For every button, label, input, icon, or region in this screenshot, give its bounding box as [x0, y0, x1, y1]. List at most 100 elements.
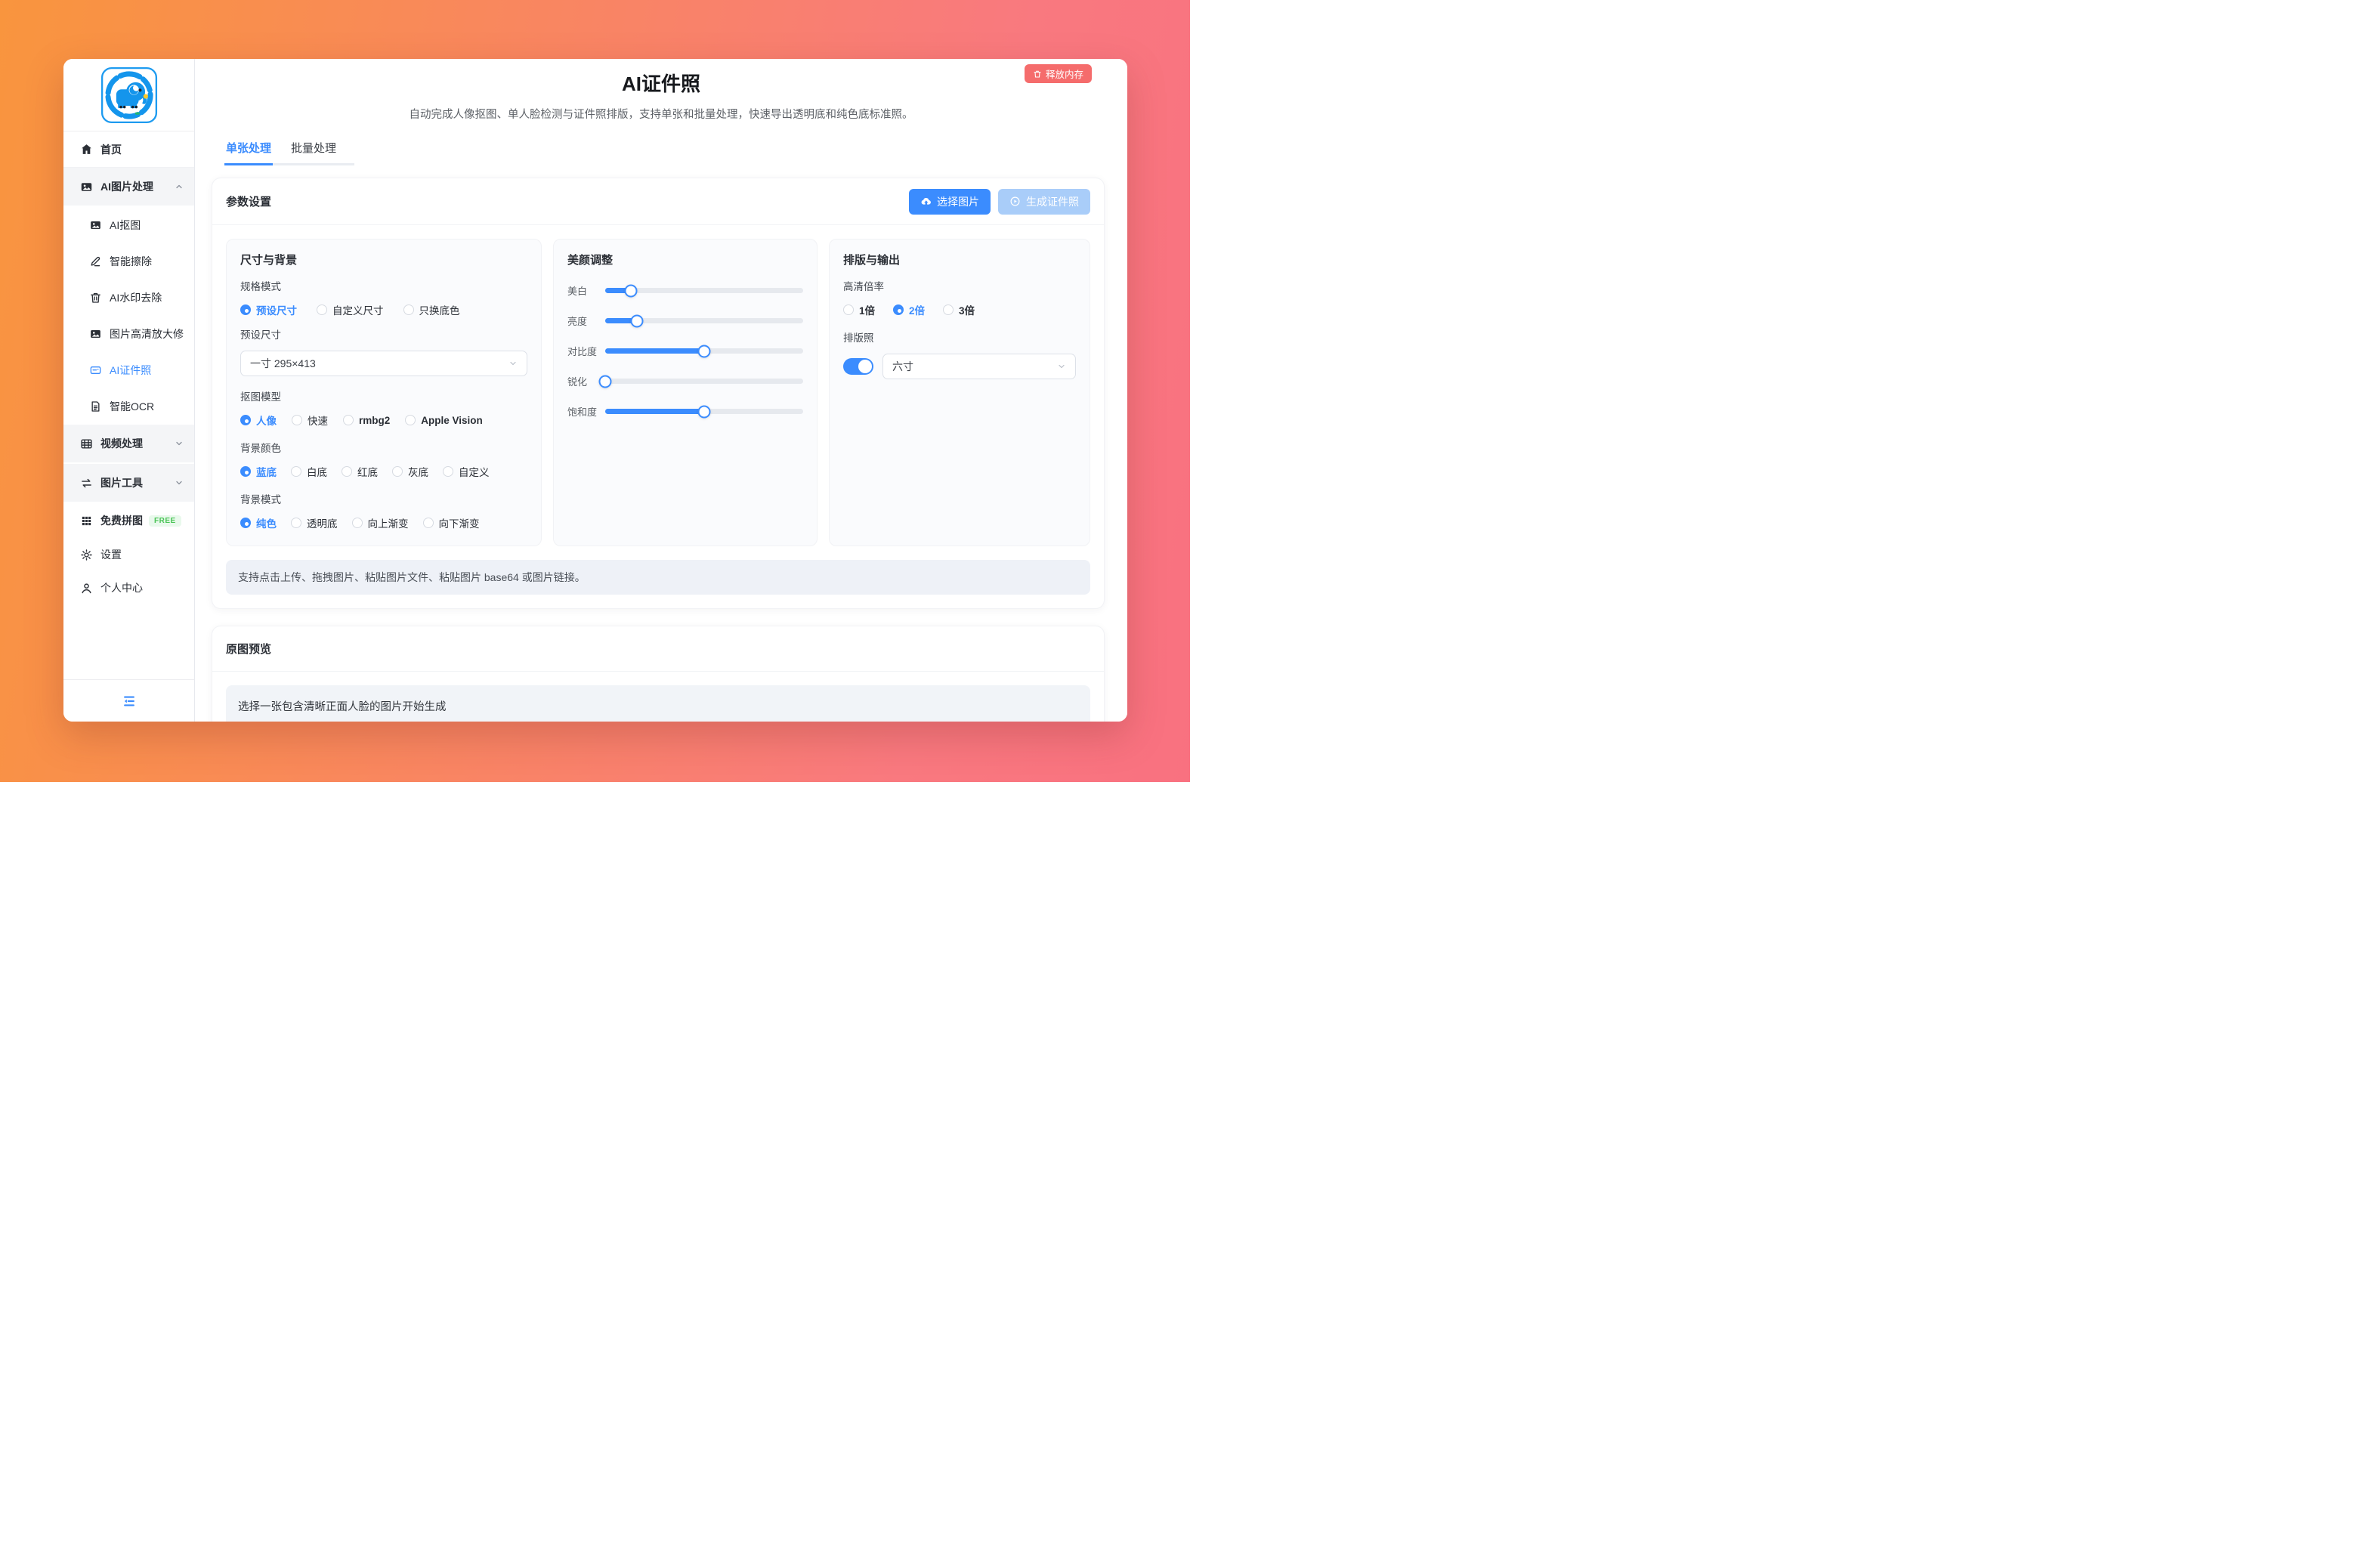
release-memory-button[interactable]: 释放内存 [1025, 64, 1092, 83]
radio-scale-1x[interactable]: 1倍 [843, 302, 875, 317]
radio-label: Apple Vision [421, 415, 483, 426]
sidebar-item-watermark-remove[interactable]: AI水印去除 [63, 280, 194, 316]
radio-label: 快速 [308, 413, 328, 428]
slider-handle[interactable] [698, 405, 711, 418]
layout-output-card: 排版与输出 高清倍率 1倍 2倍 3倍 排版照 六 [829, 239, 1090, 546]
radio-icon [405, 415, 416, 425]
preset-size-label: 预设尺寸 [240, 326, 527, 342]
radio-bg-red[interactable]: 红底 [342, 464, 378, 479]
radio-icon [343, 415, 354, 425]
sidebar-item-id-photo[interactable]: AI证件照 [63, 352, 194, 388]
sidebar-item-profile[interactable]: 个人中心 [63, 571, 194, 604]
sidebar: 首页 AI图片处理 AI抠图 [63, 59, 195, 722]
radio-model-rmbg2[interactable]: rmbg2 [343, 415, 390, 426]
bg-color-label: 背景颜色 [240, 440, 527, 455]
bg-mode-radio-group: 纯色 透明底 向上渐变 向下渐变 [240, 515, 527, 530]
preview-panel-header: 原图预览 [212, 626, 1104, 672]
radio-label: 人像 [256, 413, 277, 428]
slider-label: 饱和度 [567, 404, 605, 419]
radio-label: 3倍 [959, 302, 975, 317]
hd-scale-label: 高清倍率 [843, 278, 1076, 293]
radio-mode-gradient-up[interactable]: 向上渐变 [352, 515, 409, 530]
slider-handle[interactable] [625, 284, 638, 297]
matting-model-radio-group: 人像 快速 rmbg2 Apple Vision [240, 413, 527, 428]
tab-single-process[interactable]: 单张处理 [224, 135, 273, 165]
generate-id-photo-button[interactable]: 生成证件照 [998, 189, 1090, 215]
chevron-down-icon [1057, 362, 1066, 371]
radio-label: rmbg2 [359, 415, 390, 426]
slider-row-saturation: 饱和度 [567, 404, 803, 419]
grid-icon [80, 515, 93, 527]
saturation-slider[interactable] [605, 409, 803, 414]
slider-handle[interactable] [698, 345, 711, 357]
sharpen-slider[interactable] [605, 379, 803, 384]
sidebar-item-smart-ocr[interactable]: 智能OCR [63, 388, 194, 425]
radio-icon [291, 518, 301, 528]
bg-color-radio-group: 蓝底 白底 红底 灰底 自定义 [240, 464, 527, 479]
radio-mode-transparent[interactable]: 透明底 [291, 515, 338, 530]
id-card-icon [89, 364, 102, 376]
sidebar-item-free-collage[interactable]: 免费拼图 FREE [63, 503, 194, 538]
slider-label: 美白 [567, 283, 605, 298]
print-size-select[interactable]: 六寸 [882, 354, 1076, 379]
sidebar-group-ai-image[interactable]: AI图片处理 [63, 168, 194, 206]
radio-icon [342, 466, 352, 477]
radio-mode-gradient-down[interactable]: 向下渐变 [423, 515, 480, 530]
params-panel-title: 参数设置 [226, 193, 271, 209]
brightness-slider[interactable] [605, 318, 803, 323]
radio-bg-gray[interactable]: 灰底 [392, 464, 428, 479]
radio-model-apple-vision[interactable]: Apple Vision [405, 415, 483, 426]
preview-panel-title: 原图预览 [226, 641, 271, 657]
radio-label: 1倍 [859, 302, 875, 317]
contrast-slider[interactable] [605, 348, 803, 354]
slider-label: 对比度 [567, 344, 605, 358]
beauty-adjust-card: 美颜调整 美白 亮度 对比度 [553, 239, 818, 546]
tab-batch-process[interactable]: 批量处理 [289, 135, 338, 165]
sidebar-item-hd-upscale[interactable]: 图片高清放大修复 [63, 316, 194, 352]
image-icon [80, 181, 93, 193]
page-subtitle: 自动完成人像抠图、单人脸检测与证件照排版，支持单张和批量处理，快速导出透明底和纯… [195, 106, 1127, 122]
free-badge: FREE [149, 515, 181, 527]
radio-bg-custom[interactable]: 自定义 [443, 464, 490, 479]
slider-row-sharpen: 锐化 [567, 374, 803, 388]
radio-scale-3x[interactable]: 3倍 [943, 302, 975, 317]
sidebar-item-home[interactable]: 首页 [63, 131, 194, 168]
sidebar-group-image-tools[interactable]: 图片工具 [63, 464, 194, 502]
slider-handle[interactable] [630, 314, 643, 327]
hd-scale-radio-group: 1倍 2倍 3倍 [843, 302, 1076, 317]
preset-size-value: 一寸 295×413 [250, 356, 316, 371]
radio-custom-size[interactable]: 自定义尺寸 [317, 302, 384, 317]
preset-size-select[interactable]: 一寸 295×413 [240, 351, 527, 376]
radio-scale-2x[interactable]: 2倍 [893, 302, 925, 317]
radio-label: 向下渐变 [439, 515, 480, 530]
whitening-slider[interactable] [605, 288, 803, 293]
collapse-sidebar-icon[interactable] [122, 694, 137, 709]
radio-preset-size[interactable]: 预设尺寸 [240, 302, 297, 317]
preview-placeholder[interactable]: 选择一张包含清晰正面人脸的图片开始生成 [226, 685, 1090, 722]
radio-model-portrait[interactable]: 人像 [240, 413, 277, 428]
radio-model-fast[interactable]: 快速 [292, 413, 328, 428]
radio-icon [292, 415, 302, 425]
sidebar-item-smart-erase[interactable]: 智能擦除 [63, 243, 194, 280]
cloud-upload-icon [920, 196, 932, 207]
radio-icon [317, 304, 327, 315]
radio-label: 红底 [357, 464, 378, 479]
play-circle-icon [1009, 196, 1021, 207]
slider-handle[interactable] [599, 375, 612, 388]
radio-icon [392, 466, 403, 477]
select-image-button[interactable]: 选择图片 [909, 189, 991, 215]
sidebar-item-ai-matting[interactable]: AI抠图 [63, 207, 194, 243]
sidebar-item-settings[interactable]: 设置 [63, 538, 194, 571]
print-layout-toggle[interactable] [843, 358, 873, 375]
app-logo[interactable] [63, 59, 194, 131]
spec-mode-label: 规格模式 [240, 278, 527, 293]
radio-bg-only[interactable]: 只换底色 [403, 302, 460, 317]
radio-bg-blue[interactable]: 蓝底 [240, 464, 277, 479]
radio-icon [352, 518, 363, 528]
sidebar-item-label: 图片高清放大修复 [110, 326, 184, 342]
radio-mode-solid[interactable]: 纯色 [240, 515, 277, 530]
trash-icon [1033, 70, 1042, 79]
radio-bg-white[interactable]: 白底 [291, 464, 327, 479]
sidebar-group-video[interactable]: 视频处理 [63, 425, 194, 462]
radio-label: 纯色 [256, 515, 277, 530]
